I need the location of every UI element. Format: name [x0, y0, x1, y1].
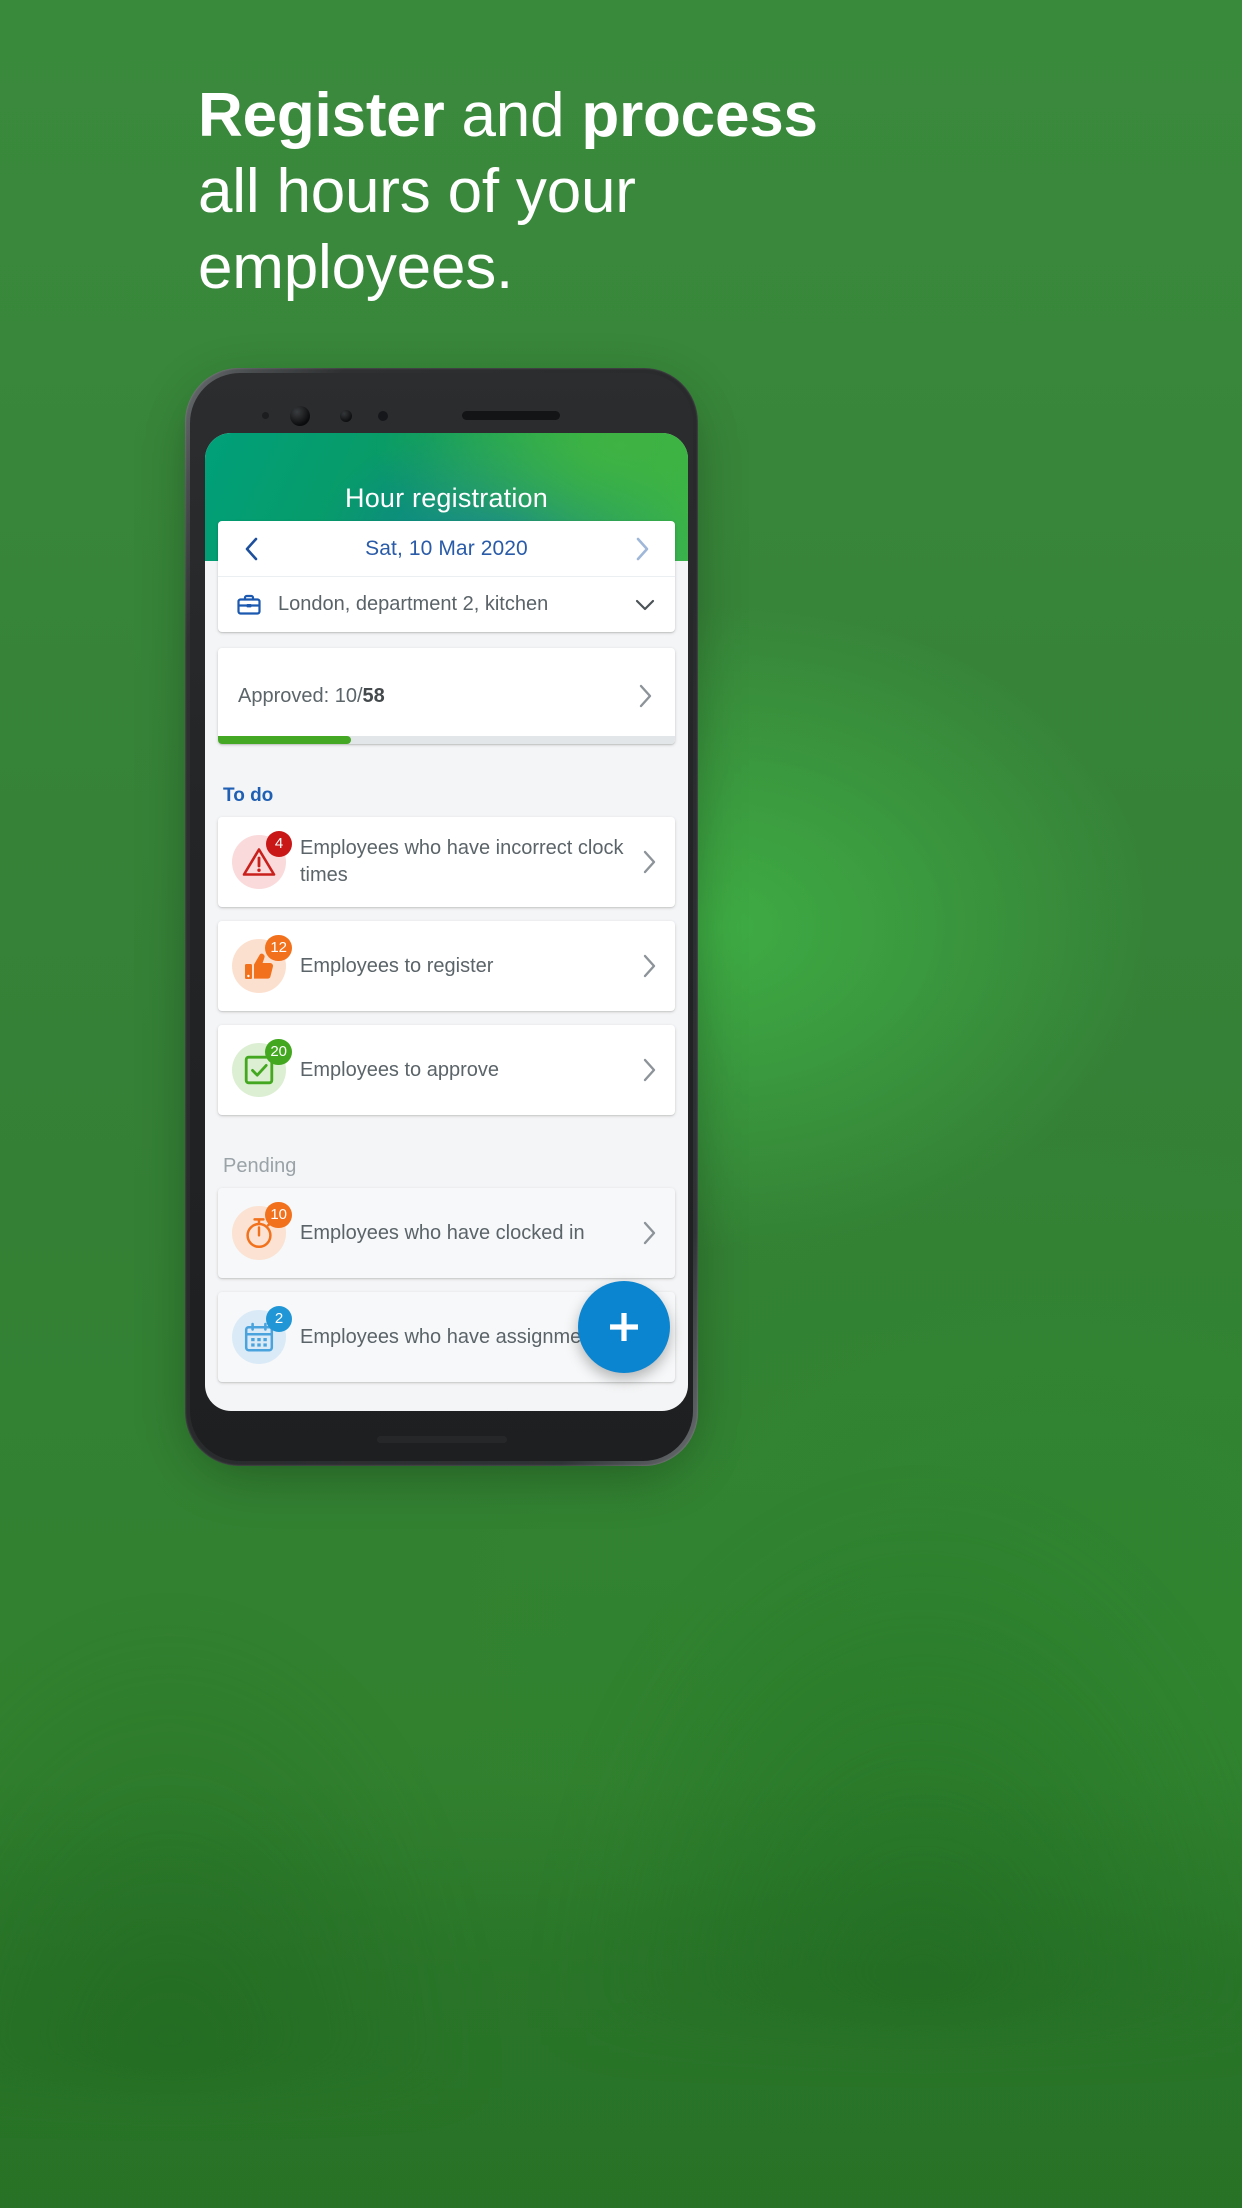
location-selector[interactable]: London, department 2, kitchen — [218, 576, 675, 632]
list-item[interactable]: 10 Employees who have clocked in — [218, 1188, 675, 1278]
prev-day-button[interactable] — [234, 532, 268, 566]
list-item[interactable]: 4 Employees who have incorrect clock time… — [218, 817, 675, 907]
approved-progress-track — [218, 736, 675, 744]
chevron-right-icon — [636, 537, 649, 560]
status-badge: 10 — [265, 1202, 292, 1228]
list-item[interactable]: 12 Employees to register — [218, 921, 675, 1011]
approved-chevron-right-icon[interactable] — [635, 682, 655, 710]
headline-word-register: Register — [198, 81, 445, 150]
list-item-icon-group: 20 — [232, 1039, 292, 1097]
phone-screen: Hour registration Sat, 10 Mar 2020 Londo… — [205, 433, 688, 1411]
approved-summary-card[interactable]: Approved: 10/58 — [218, 648, 675, 744]
approved-total: 58 — [362, 684, 385, 707]
chevron-right-icon[interactable] — [639, 1219, 659, 1247]
phone-bezel: Hour registration Sat, 10 Mar 2020 Londo… — [190, 373, 693, 1461]
phone-sensor-row — [248, 406, 648, 426]
list-item-label: Employees who have incorrect clock times — [300, 837, 624, 886]
chevron-left-icon — [245, 537, 258, 560]
date-and-location-card: Sat, 10 Mar 2020 London, department 2, k… — [218, 521, 675, 632]
next-day-button[interactable] — [625, 532, 659, 566]
list-item[interactable]: 20 Employees to approve — [218, 1025, 675, 1115]
list-item-label: Employees who have clocked in — [300, 1221, 585, 1244]
location-label: London, department 2, kitchen — [278, 593, 549, 615]
chevron-down-icon[interactable] — [633, 596, 657, 614]
status-badge: 20 — [265, 1039, 292, 1065]
page-title: Hour registration — [345, 483, 548, 513]
sensor-dot-icon — [262, 412, 269, 419]
top-card-stack: Sat, 10 Mar 2020 London, department 2, k… — [205, 521, 688, 744]
light-sensor-icon — [378, 411, 388, 421]
list-item-icon-group: 12 — [232, 935, 292, 993]
add-button[interactable] — [578, 1281, 670, 1373]
phone-frame: Hour registration Sat, 10 Mar 2020 Londo… — [185, 368, 698, 1466]
chevron-right-icon[interactable] — [639, 1056, 659, 1084]
headline-line-3: employees. — [198, 233, 514, 302]
status-badge: 2 — [266, 1306, 292, 1332]
phone-chin — [376, 1436, 507, 1443]
approved-progress-fill — [218, 736, 351, 744]
selected-date-label: Sat, 10 Mar 2020 — [365, 536, 528, 560]
status-badge: 12 — [265, 935, 292, 961]
chevron-right-icon[interactable] — [639, 952, 659, 980]
headline-line-2: all hours of your — [198, 157, 636, 226]
front-camera-icon — [290, 406, 310, 426]
list-item-icon-group: 10 — [232, 1202, 292, 1260]
list-item-label: Employees to register — [300, 954, 494, 977]
headline-conjunction: and — [444, 81, 582, 150]
list-item-label: Employees to approve — [300, 1058, 500, 1081]
briefcase-icon — [236, 591, 270, 619]
section-title-todo: To do — [223, 785, 274, 806]
list-item-icon-group: 2 — [232, 1306, 292, 1364]
date-selector[interactable]: Sat, 10 Mar 2020 — [218, 521, 675, 576]
promo-headline: Register and process all hours of your e… — [198, 78, 1058, 306]
proximity-sensor-icon — [340, 410, 352, 422]
approved-label: Approved: 10/58 — [238, 685, 635, 708]
list-item-icon-group: 4 — [232, 831, 292, 889]
status-badge: 4 — [266, 831, 292, 857]
headline-word-process: process — [581, 81, 818, 150]
plus-icon — [610, 1313, 638, 1341]
chevron-right-icon[interactable] — [639, 848, 659, 876]
section-title-pending: Pending — [223, 1155, 297, 1177]
earpiece-speaker-icon — [462, 411, 560, 420]
background-ridge — [0, 1778, 1242, 2208]
phone-mockup: Hour registration Sat, 10 Mar 2020 Londo… — [185, 368, 698, 1472]
promo-screenshot: Register and process all hours of your e… — [0, 0, 1242, 2208]
approved-prefix: Approved: 10/ — [238, 684, 363, 707]
